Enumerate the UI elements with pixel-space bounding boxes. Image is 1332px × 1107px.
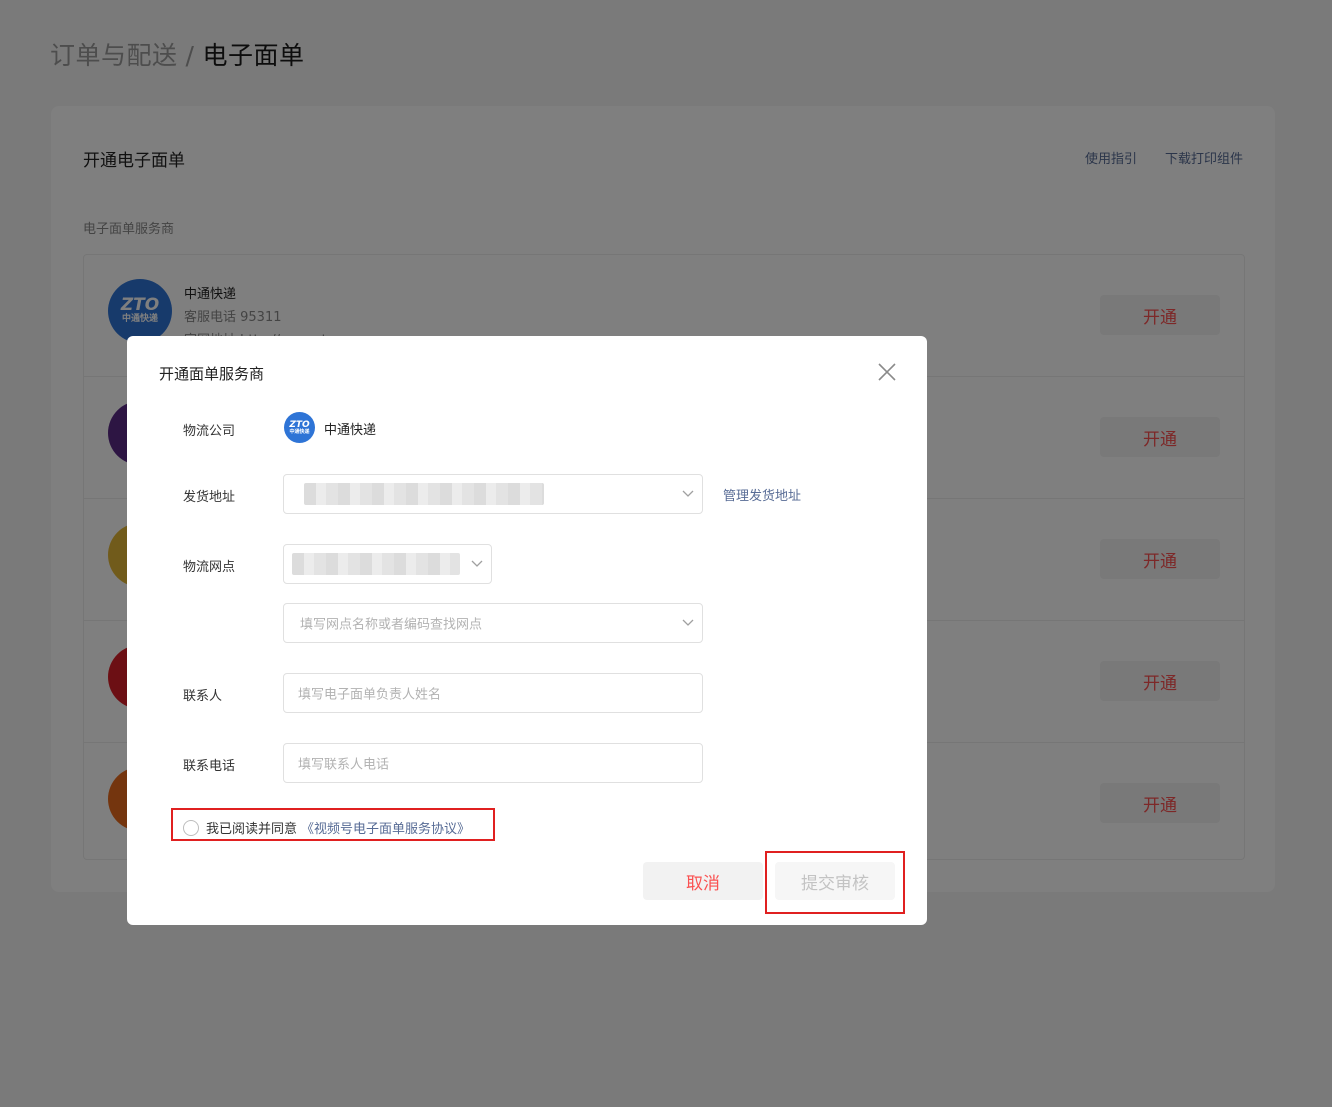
company-name: 中通快递 — [324, 423, 377, 438]
chevron-down-icon — [471, 560, 483, 567]
contact-phone-input[interactable]: 填写联系人电话 — [283, 743, 703, 783]
chevron-down-icon — [682, 619, 694, 626]
dialog-title: 开通面单服务商 — [159, 365, 265, 383]
submit-review-button[interactable]: 提交审核 — [775, 862, 895, 900]
chevron-down-icon — [682, 490, 694, 497]
agreement-link[interactable]: 《视频号电子面单服务协议》 — [301, 818, 470, 837]
blurred-outlet — [292, 553, 460, 575]
close-icon[interactable] — [875, 360, 899, 384]
logo-subtext: 中通快递 — [289, 428, 310, 435]
contact-name-input[interactable]: 填写电子面单负责人姓名 — [283, 673, 703, 713]
contact-label: 联系人 — [183, 689, 223, 704]
outlet-search-select[interactable]: 填写网点名称或者编码查找网点 — [283, 603, 703, 643]
agree-radio[interactable] — [183, 819, 199, 836]
outlet-select[interactable] — [283, 544, 492, 584]
blurred-address — [304, 483, 544, 505]
cancel-button[interactable]: 取消 — [643, 862, 763, 900]
contact-placeholder: 填写电子面单负责人姓名 — [298, 687, 442, 703]
phone-label: 联系电话 — [183, 759, 236, 774]
outlet-label: 物流网点 — [183, 560, 236, 575]
agree-text: 我已阅读并同意 — [206, 822, 298, 837]
agreement-row: 我已阅读并同意 《视频号电子面单服务协议》 — [183, 818, 470, 837]
outlet-search-placeholder: 填写网点名称或者编码查找网点 — [300, 617, 483, 633]
address-label: 发货地址 — [183, 490, 236, 505]
manage-address-link[interactable]: 管理发货地址 — [723, 485, 801, 504]
zto-logo-icon: ZTO 中通快递 — [284, 412, 315, 443]
company-label: 物流公司 — [183, 424, 236, 439]
address-select[interactable] — [283, 474, 703, 514]
open-provider-dialog: 开通面单服务商 物流公司 ZTO 中通快递 中通快递 发货地址 管理发货地址 物… — [127, 336, 927, 925]
phone-placeholder: 填写联系人电话 — [298, 757, 390, 773]
